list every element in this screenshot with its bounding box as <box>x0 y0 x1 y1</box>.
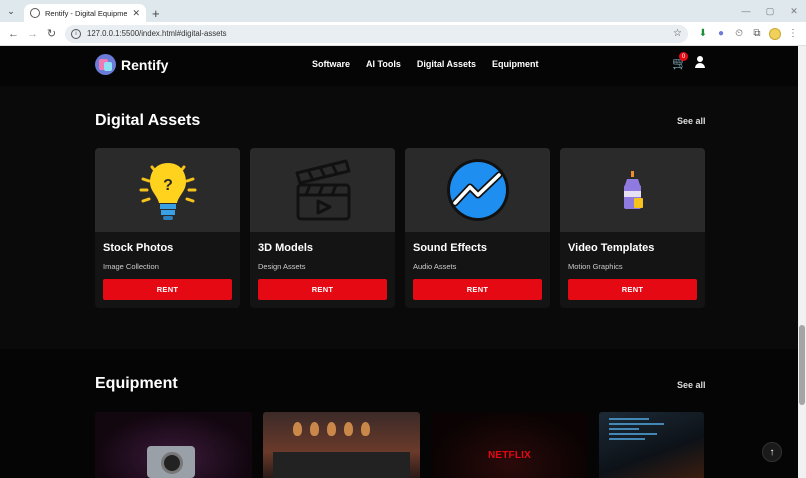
clapperboard-icon <box>295 159 350 221</box>
url-field[interactable]: i 127.0.0.1:5500/index.html#digital-asse… <box>65 24 688 43</box>
site-info-icon[interactable]: i <box>71 28 81 39</box>
card-image <box>560 148 705 232</box>
user-icon[interactable] <box>694 56 705 69</box>
card-title: Video Templates <box>568 242 655 254</box>
asset-card-stock-photos: ? Stock Photos Image Collection RENT <box>95 148 240 308</box>
extension-timer-icon[interactable]: ⏲ <box>730 24 748 44</box>
digital-assets-heading: Digital Assets <box>95 112 201 129</box>
close-window-button[interactable]: ✕ <box>782 0 806 22</box>
equipment-see-all-link[interactable]: See all <box>677 380 706 390</box>
tab-close-icon[interactable]: ✕ <box>132 8 140 19</box>
card-category: Design Assets <box>258 262 306 271</box>
nav-link-digital-assets[interactable]: Digital Assets <box>417 59 476 69</box>
asset-card-3d-models: 3D Models Design Assets RENT <box>250 148 395 308</box>
asset-card-video-templates: Video Templates Motion Graphics RENT <box>560 148 705 308</box>
profile-avatar[interactable] <box>766 24 784 44</box>
rent-button[interactable]: RENT <box>413 279 542 300</box>
nav-link-ai-tools[interactable]: AI Tools <box>366 59 401 69</box>
card-category: Motion Graphics <box>568 262 623 271</box>
brand[interactable]: Rentify <box>95 54 168 75</box>
browser-menu-icon[interactable]: ⋮ <box>784 24 802 44</box>
rentify-logo-icon <box>95 54 116 75</box>
download-icon[interactable]: ⬇ <box>694 24 712 44</box>
back-to-top-button[interactable]: ↑ <box>762 442 782 462</box>
extension-ghost-icon[interactable]: ● <box>712 24 730 44</box>
camera-image <box>147 446 195 478</box>
cart-count-badge: 0 <box>679 52 688 61</box>
scrollbar-thumb[interactable] <box>799 325 805 405</box>
brand-name: Rentify <box>121 56 169 73</box>
digital-assets-see-all-link[interactable]: See all <box>677 116 706 126</box>
equipment-card-workstation[interactable] <box>599 412 704 478</box>
forward-arrow-icon[interactable]: → <box>23 24 42 44</box>
card-title: Sound Effects <box>413 242 487 254</box>
netflix-logo-text: NETFLIX <box>487 449 532 461</box>
tab-search-chevron-icon[interactable]: ⌄ <box>0 0 22 22</box>
card-category: Image Collection <box>103 262 159 271</box>
code-screen-image <box>609 418 669 443</box>
mixer-image <box>273 452 410 478</box>
nav-links: Software AI Tools Digital Assets Equipme… <box>312 59 539 69</box>
page-content: Rentify Software AI Tools Digital Assets… <box>0 46 806 478</box>
asset-card-sound-effects: Sound Effects Audio Assets RENT <box>405 148 550 308</box>
globe-icon <box>30 8 40 18</box>
window-controls: — ▢ ✕ <box>734 0 806 22</box>
new-tab-button[interactable]: + <box>152 6 160 21</box>
card-title: Stock Photos <box>103 242 174 254</box>
guitars-image <box>293 422 370 436</box>
equipment-heading: Equipment <box>95 375 178 392</box>
rent-button[interactable]: RENT <box>103 279 232 300</box>
minimize-button[interactable]: — <box>734 0 758 22</box>
browser-tab[interactable]: Rentify - Digital Equipment Ren ✕ <box>24 4 146 22</box>
address-bar: ← → ↻ i 127.0.0.1:5500/index.html#digita… <box>0 22 806 46</box>
trend-line-icon <box>446 159 509 221</box>
restore-button[interactable]: ▢ <box>758 0 782 22</box>
back-arrow-icon[interactable]: ← <box>4 24 23 44</box>
page-scrollbar[interactable] <box>798 46 806 478</box>
equipment-card-music-studio[interactable] <box>263 412 420 478</box>
card-image <box>405 148 550 232</box>
bookmark-star-icon[interactable]: ☆ <box>673 28 682 39</box>
nav-link-equipment[interactable]: Equipment <box>492 59 539 69</box>
rent-button[interactable]: RENT <box>258 279 387 300</box>
reload-icon[interactable]: ↻ <box>42 24 61 44</box>
extensions-puzzle-icon[interactable]: ⧉ <box>748 24 766 44</box>
card-title: 3D Models <box>258 242 314 254</box>
url-text[interactable]: 127.0.0.1:5500/index.html#digital-assets <box>87 29 673 38</box>
svg-text:?: ? <box>163 177 173 194</box>
card-image <box>250 148 395 232</box>
equipment-card-camera[interactable] <box>95 412 252 478</box>
card-category: Audio Assets <box>413 262 457 271</box>
cart-icon[interactable]: 🛒 0 <box>672 52 688 70</box>
site-navbar: Rentify Software AI Tools Digital Assets… <box>0 46 798 86</box>
equipment-card-netflix[interactable]: NETFLIX <box>431 412 588 478</box>
rent-button[interactable]: RENT <box>568 279 697 300</box>
tab-title: Rentify - Digital Equipment Ren <box>45 8 128 18</box>
card-image: ? <box>95 148 240 232</box>
lightbulb-question-icon: ? <box>139 163 196 220</box>
paint-bottle-icon <box>623 171 643 209</box>
browser-tabbar: ⌄ Rentify - Digital Equipment Ren ✕ + — … <box>0 0 806 22</box>
nav-link-software[interactable]: Software <box>312 59 350 69</box>
